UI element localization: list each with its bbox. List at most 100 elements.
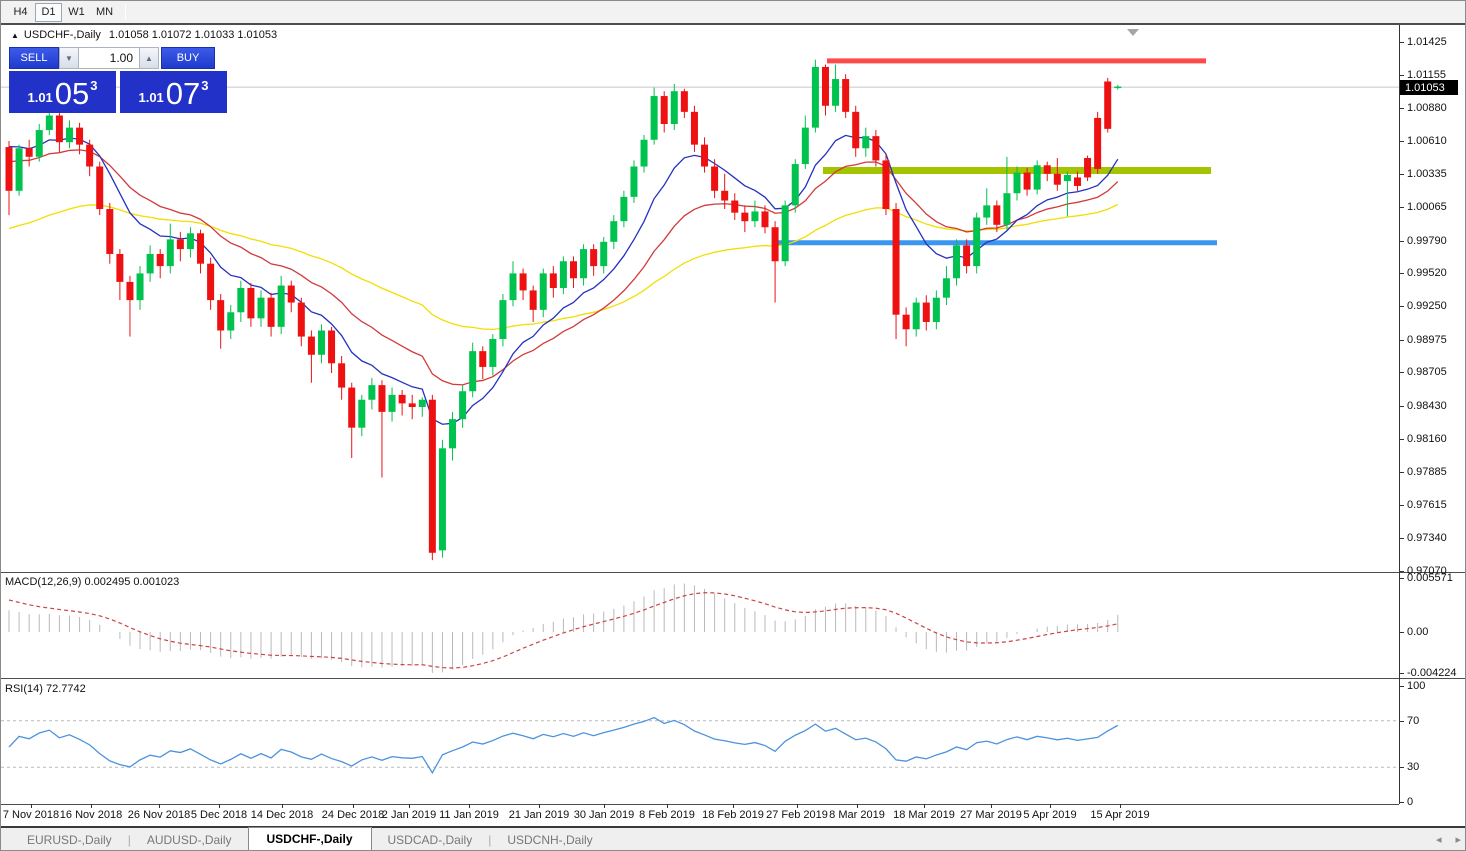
price-axis-label: 1.00065 [1407,201,1447,213]
time-axis-label: 26 Nov 2018 [128,809,190,821]
volume-increase-button[interactable]: ▲ [139,47,159,69]
buy-price-prefix: 1.01 [138,90,163,105]
timeframe-mn-button[interactable]: MN [91,3,118,22]
axis-tick [1399,174,1404,175]
time-axis-label: 8 Feb 2019 [639,809,695,821]
one-click-trading-widget: SELL ▼ 1.00 ▲ BUY 1.01 05 3 1.01 07 3 [9,47,227,113]
rsi-axis-label: 70 [1407,715,1419,727]
tab-audusd[interactable]: AUDUSD-,Daily [131,829,248,851]
price-axis-label: 0.98705 [1407,366,1447,378]
axis-tick [1399,538,1404,539]
buy-price-big: 07 [166,79,200,109]
chart-shift-marker-icon[interactable] [1127,29,1139,36]
expander-triangle-icon[interactable]: ▲ [11,31,19,40]
price-axis-label: 1.01425 [1407,36,1447,48]
price-axis-label: 1.00335 [1407,168,1447,180]
axis-tick [1399,632,1404,633]
time-axis-tick [1120,804,1121,808]
axis-tick [1399,802,1404,803]
price-axis-label: 0.97340 [1407,532,1447,544]
axis-tick [1399,578,1404,579]
sell-button[interactable]: SELL [9,47,59,69]
time-axis-tick [353,804,354,808]
price-axis-label: 0.99250 [1407,300,1447,312]
time-axis-tick [282,804,283,808]
axis-tick [1399,372,1404,373]
time-axis-tick [1050,804,1051,808]
tab-scroll-left-icon[interactable]: ◂ [1436,833,1442,846]
time-axis-label: 18 Mar 2019 [893,809,955,821]
axis-tick [1399,721,1404,722]
time-axis-tick [991,804,992,808]
axis-tick [1399,340,1404,341]
tab-usdcnh[interactable]: USDCNH-,Daily [491,829,608,851]
price-axis-label: 1.01155 [1407,69,1446,81]
time-axis-label: 16 Nov 2018 [60,809,122,821]
macd-axis-label: 0.005571 [1407,572,1453,584]
axis-tick [1399,42,1404,43]
rsi-indicator-label: RSI(14) 72.7742 [5,683,86,695]
time-axis-tick [604,804,605,808]
tab-eurusd[interactable]: EURUSD-,Daily [11,829,128,851]
axis-tick [1399,571,1404,572]
rsi-panel-separator[interactable] [1,678,1466,679]
time-axis-tick [91,804,92,808]
macd-panel-separator[interactable] [1,572,1466,573]
axis-tick [1399,273,1404,274]
axis-tick [1399,108,1404,109]
price-axis-label: 0.98160 [1407,433,1447,445]
axis-tick [1399,673,1404,674]
axis-tick [1399,505,1404,506]
sell-price-prefix: 1.01 [27,90,52,105]
time-axis-label: 11 Jan 2019 [439,809,499,821]
time-axis-label: 5 Dec 2018 [191,809,247,821]
timeframe-d1-button[interactable]: D1 [35,3,62,22]
timeframe-w1-button[interactable]: W1 [63,3,90,22]
time-axis-tick [409,804,410,808]
chart-symbol-label: USDCHF-,Daily [24,29,101,41]
chart-title: ▲ USDCHF-,Daily 1.01058 1.01072 1.01033 1.… [11,29,277,41]
time-axis-tick [539,804,540,808]
tab-usdchf[interactable]: USDCHF-,Daily [248,827,372,851]
sell-price-big: 05 [55,79,89,109]
chart-tab-bar: EURUSD-,Daily | AUDUSD-,Daily USDCHF-,Da… [1,826,1466,851]
sell-price-pip: 3 [90,78,97,93]
axis-tick [1399,686,1404,687]
time-axis-label: 15 Apr 2019 [1090,809,1149,821]
volume-decrease-button[interactable]: ▼ [59,47,79,69]
axis-tick [1399,75,1404,76]
axis-tick [1399,472,1404,473]
time-axis-tick [924,804,925,808]
timeframe-h4-button[interactable]: H4 [7,3,34,22]
macd-axis-label: 0.00 [1407,626,1428,638]
tab-scroll-right-icon[interactable]: ▸ [1455,833,1461,846]
time-axis-label: 18 Feb 2019 [702,809,764,821]
volume-input[interactable]: 1.00 [79,47,139,69]
buy-quote-panel[interactable]: 1.01 07 3 [120,71,227,113]
price-axis-label: 0.98430 [1407,400,1447,412]
price-axis-label: 0.97615 [1407,499,1447,511]
time-axis-label: 14 Dec 2018 [251,809,313,821]
time-axis-tick [469,804,470,808]
time-axis-tick [733,804,734,808]
axis-tick [1399,439,1404,440]
macd-panel-canvas[interactable] [1,573,1399,678]
time-axis-tick [667,804,668,808]
macd-indicator-label: MACD(12,26,9) 0.002495 0.001023 [5,576,179,588]
rsi-axis-label: 100 [1407,680,1425,692]
time-axis-label: 2 Jan 2019 [382,809,436,821]
price-axis-label: 0.98975 [1407,334,1447,346]
chart-ohlc-values: 1.01058 1.01072 1.01033 1.01053 [109,29,277,41]
time-axis-tick [159,804,160,808]
sell-quote-panel[interactable]: 1.01 05 3 [9,71,116,113]
axis-tick [1399,207,1404,208]
rsi-panel-canvas[interactable] [1,679,1399,804]
time-axis-label: 8 Mar 2019 [829,809,885,821]
time-axis-label: 30 Jan 2019 [574,809,635,821]
buy-button[interactable]: BUY [161,47,215,69]
axis-tick [1399,306,1404,307]
tab-usdcad[interactable]: USDCAD-,Daily [372,829,489,851]
time-axis-label: 27 Feb 2019 [766,809,828,821]
price-axis-label: 0.99520 [1407,267,1447,279]
price-axis-label: 0.99790 [1407,235,1447,247]
